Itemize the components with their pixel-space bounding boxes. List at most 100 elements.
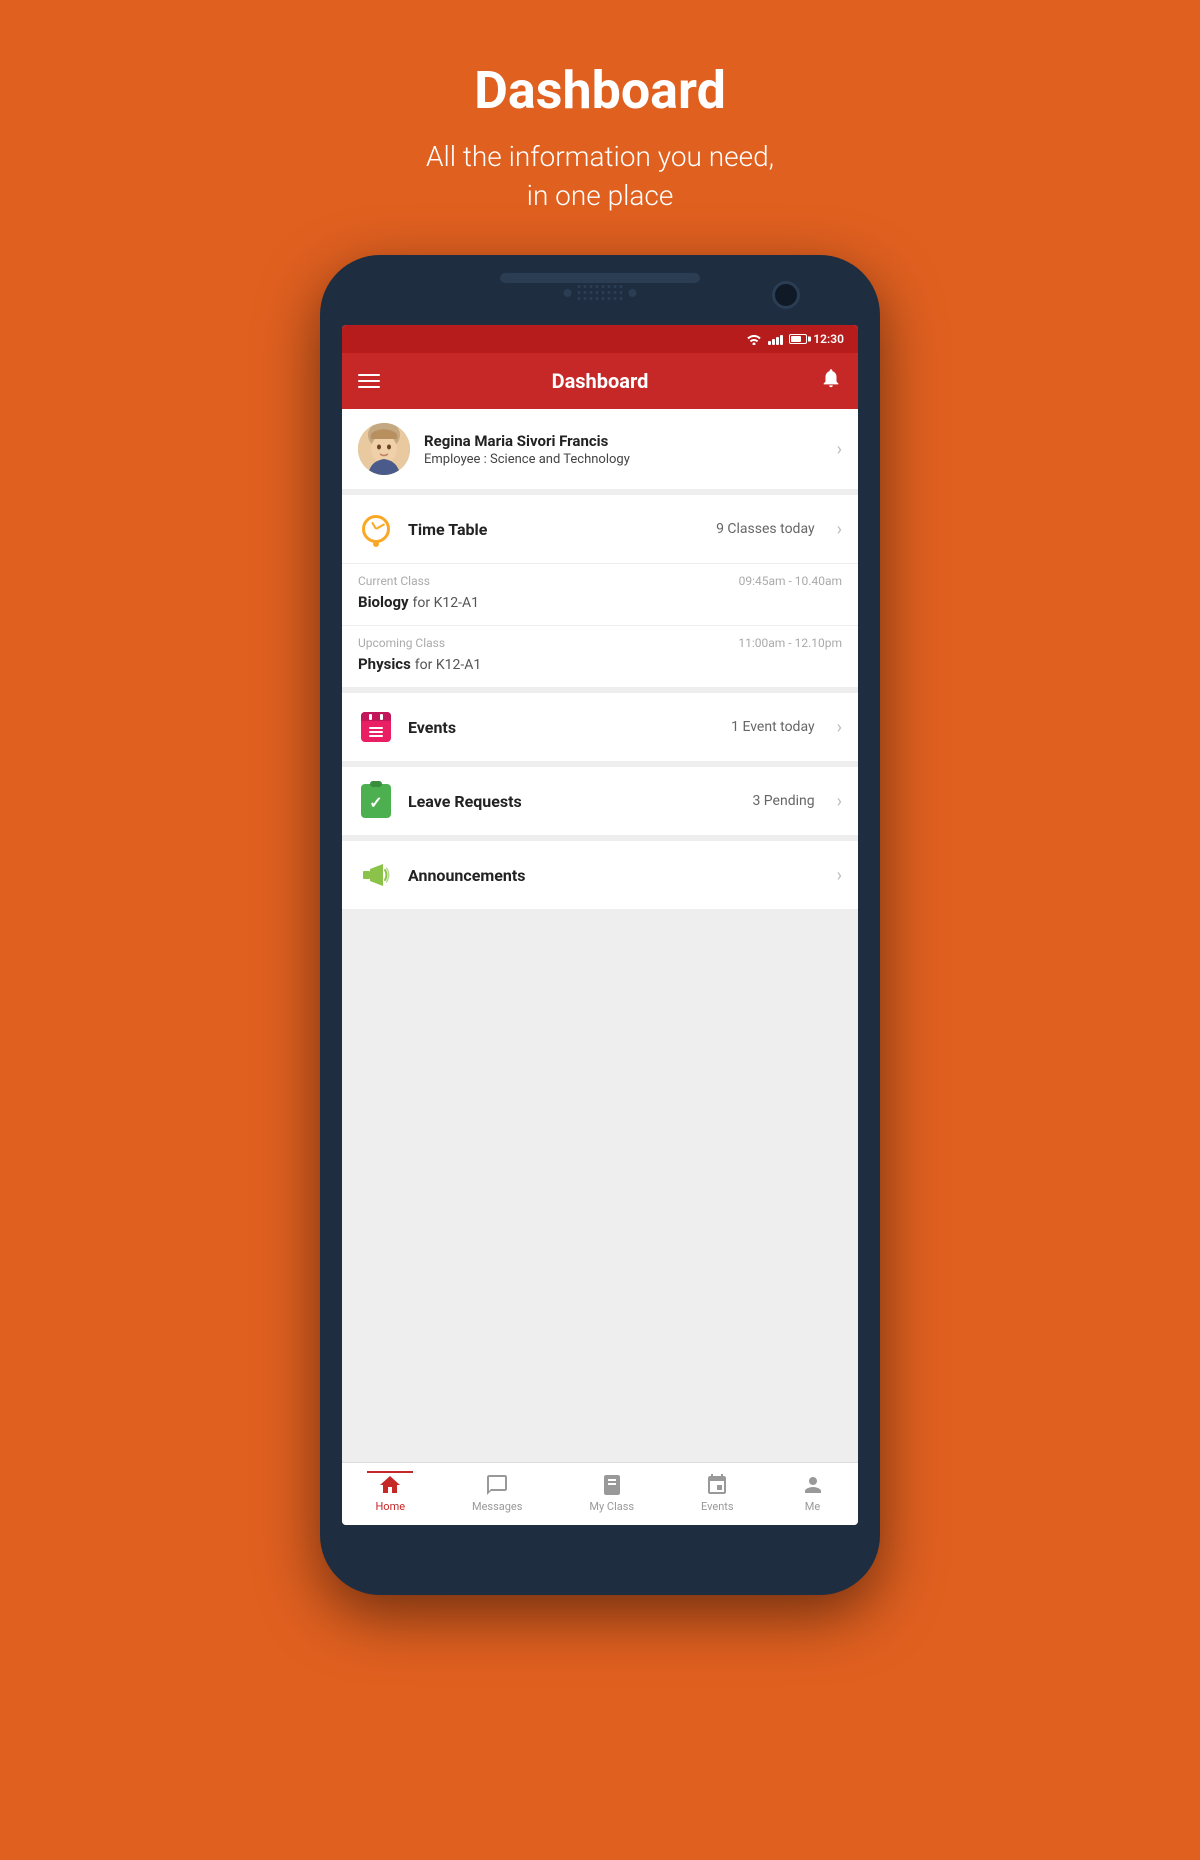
- speaker-cell: [596, 291, 599, 294]
- home-icon: [378, 1473, 402, 1497]
- status-time: 12:30: [813, 332, 844, 346]
- speaker-cell: [602, 285, 605, 288]
- speaker: [564, 285, 637, 300]
- nav-label-myclass: My Class: [589, 1500, 634, 1513]
- nav-item-me[interactable]: Me: [793, 1471, 833, 1515]
- page-subtitle: All the information you need, in one pla…: [426, 137, 774, 215]
- profile-chevron-icon: ›: [837, 439, 842, 460]
- myclass-icon: [600, 1473, 624, 1497]
- nav-label-home: Home: [375, 1500, 405, 1513]
- app-bar: Dashboard: [342, 353, 858, 409]
- phone-screen: 12:30 Dashboard: [342, 325, 858, 1525]
- announcements-section[interactable]: Announcements ›: [342, 841, 858, 909]
- events-calendar-icon: [358, 709, 394, 745]
- upcoming-class-card[interactable]: Upcoming Class 11:00am - 12.10pm Physics…: [342, 625, 858, 687]
- announcements-title: Announcements: [408, 866, 823, 885]
- current-class-card[interactable]: Current Class 09:45am - 10.40am Biology …: [342, 563, 858, 625]
- speaker-cell: [596, 285, 599, 288]
- speaker-cell: [620, 297, 623, 300]
- events-section[interactable]: Events 1 Event today ›: [342, 693, 858, 761]
- speaker-cell: [608, 297, 611, 300]
- leave-requests-section[interactable]: ✓ Leave Requests 3 Pending ›: [342, 767, 858, 835]
- camera: [772, 281, 800, 309]
- leave-requests-title: Leave Requests: [408, 792, 738, 811]
- speaker-cell: [608, 291, 611, 294]
- status-bar: 12:30: [342, 325, 858, 353]
- timetable-clock-icon: [358, 511, 394, 547]
- notification-bell-button[interactable]: [820, 367, 842, 395]
- avatar: [358, 423, 410, 475]
- bottom-nav: Home Messages My Class: [342, 1462, 858, 1525]
- hamburger-menu-button[interactable]: [358, 374, 380, 388]
- page-title: Dashboard: [426, 60, 774, 121]
- battery-icon: [789, 334, 807, 344]
- current-class-name: Biology for K12-A1: [358, 592, 842, 611]
- speaker-cell: [608, 285, 611, 288]
- app-bar-title: Dashboard: [552, 369, 649, 393]
- speaker-dot: [564, 289, 572, 297]
- leave-requests-count: 3 Pending: [752, 793, 814, 809]
- timetable-header[interactable]: Time Table 9 Classes today ›: [342, 495, 858, 563]
- speaker-cell: [590, 285, 593, 288]
- speaker-grid: [578, 285, 623, 300]
- timetable-title: Time Table: [408, 520, 702, 539]
- signal-icon: [768, 333, 783, 345]
- speaker-cell: [590, 297, 593, 300]
- upcoming-class-time: 11:00am - 12.10pm: [738, 636, 842, 650]
- speaker-cell: [584, 297, 587, 300]
- megaphone-svg: [361, 860, 391, 890]
- leave-requests-clipboard-icon: ✓: [358, 783, 394, 819]
- announcements-header[interactable]: Announcements ›: [342, 841, 858, 909]
- speaker-cell: [620, 285, 623, 288]
- events-header[interactable]: Events 1 Event today ›: [342, 693, 858, 761]
- nav-label-me: Me: [805, 1500, 820, 1513]
- speaker-cell: [584, 291, 587, 294]
- status-icons: 12:30: [746, 332, 844, 346]
- nav-label-events: Events: [701, 1500, 734, 1513]
- page-header: Dashboard All the information you need, …: [406, 0, 794, 255]
- announcements-megaphone-icon: [358, 857, 394, 893]
- speaker-cell: [578, 291, 581, 294]
- timetable-count: 9 Classes today: [716, 521, 815, 537]
- leave-requests-header[interactable]: ✓ Leave Requests 3 Pending ›: [342, 767, 858, 835]
- wifi-icon: [746, 333, 762, 345]
- speaker-cell: [602, 291, 605, 294]
- upcoming-class-label: Upcoming Class 11:00am - 12.10pm: [358, 636, 842, 650]
- avatar-image: [358, 423, 410, 475]
- announcements-chevron-icon: ›: [837, 865, 842, 886]
- timetable-section[interactable]: Time Table 9 Classes today › Current Cla…: [342, 495, 858, 687]
- profile-role: Employee : Science and Technology: [424, 452, 823, 467]
- speaker-cell: [602, 297, 605, 300]
- current-class-label: Current Class 09:45am - 10.40am: [358, 574, 842, 588]
- speaker-cell: [578, 297, 581, 300]
- events-count: 1 Event today: [731, 719, 814, 735]
- profile-info: Regina Maria Sivori Francis Employee : S…: [424, 432, 823, 467]
- nav-item-myclass[interactable]: My Class: [581, 1471, 642, 1515]
- phone-device: 12:30 Dashboard: [320, 255, 880, 1595]
- speaker-cell: [620, 291, 623, 294]
- events-icon: [705, 1473, 729, 1497]
- upcoming-class-name: Physics for K12-A1: [358, 654, 842, 673]
- speaker-cell: [578, 285, 581, 288]
- timetable-chevron-icon: ›: [837, 519, 842, 540]
- messages-icon: [485, 1473, 509, 1497]
- me-icon: [801, 1473, 825, 1497]
- speaker-cell: [614, 285, 617, 288]
- speaker-dot: [629, 289, 637, 297]
- nav-item-home[interactable]: Home: [367, 1471, 413, 1515]
- speaker-cell: [614, 291, 617, 294]
- screen-content[interactable]: Regina Maria Sivori Francis Employee : S…: [342, 409, 858, 1462]
- speaker-cell: [596, 297, 599, 300]
- current-class-time: 09:45am - 10.40am: [739, 574, 842, 588]
- profile-name: Regina Maria Sivori Francis: [424, 432, 823, 450]
- speaker-cell: [584, 285, 587, 288]
- speaker-cell: [590, 291, 593, 294]
- nav-label-messages: Messages: [472, 1500, 522, 1513]
- nav-item-events[interactable]: Events: [693, 1471, 742, 1515]
- leave-requests-chevron-icon: ›: [837, 791, 842, 812]
- events-title: Events: [408, 718, 717, 737]
- events-chevron-icon: ›: [837, 717, 842, 738]
- profile-card[interactable]: Regina Maria Sivori Francis Employee : S…: [342, 409, 858, 489]
- nav-item-messages[interactable]: Messages: [464, 1471, 530, 1515]
- speaker-cell: [614, 297, 617, 300]
